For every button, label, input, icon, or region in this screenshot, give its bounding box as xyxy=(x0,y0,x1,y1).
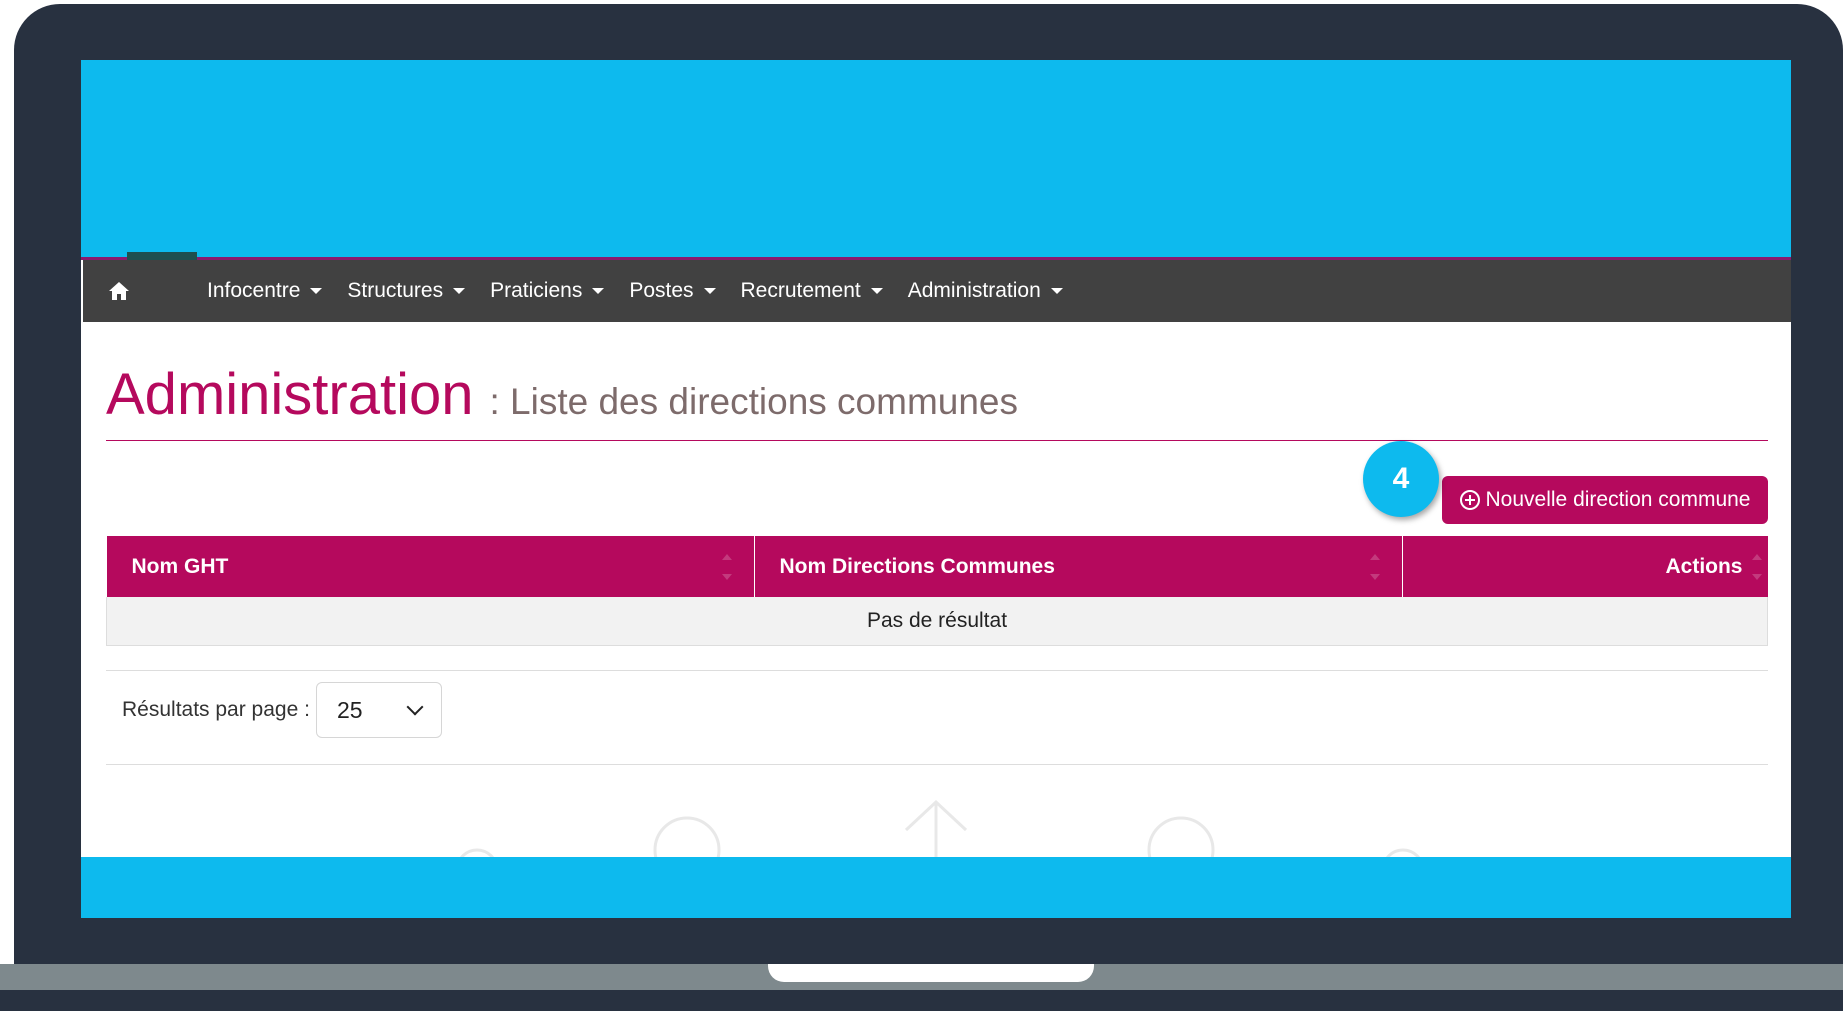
home-icon xyxy=(109,282,129,300)
page-size-value: 25 xyxy=(336,696,363,723)
page-title: Administration xyxy=(106,362,474,427)
divider xyxy=(106,764,1768,765)
column-header-label: Actions xyxy=(1665,554,1743,578)
table-header-row: Nom GHT Nom Directions Communes Actions xyxy=(106,536,1768,597)
nav-menu: Infocentre Structures Praticiens Postes … xyxy=(207,279,1088,303)
page-subtitle: : Liste des directions communes xyxy=(489,381,1018,422)
empty-message: Pas de résultat xyxy=(106,597,1768,646)
bottom-banner xyxy=(81,857,1791,918)
home-button[interactable] xyxy=(91,260,147,322)
caret-down-icon xyxy=(310,288,323,294)
sort-icon xyxy=(1751,554,1762,580)
divider xyxy=(106,670,1768,671)
nav-item-structures[interactable]: Structures xyxy=(347,279,466,303)
laptop-base-lower xyxy=(0,990,1843,1011)
new-direction-commune-button[interactable]: Nouvelle direction commune xyxy=(1442,476,1768,524)
nav-item-label: Recrutement xyxy=(740,279,861,302)
nav-item-label: Postes xyxy=(629,279,694,302)
plus-circle-icon xyxy=(1459,490,1480,510)
laptop-notch xyxy=(768,964,1094,982)
nav-item-label: Infocentre xyxy=(207,279,301,302)
sort-icon xyxy=(1369,554,1380,580)
column-header-label: Nom Directions Communes xyxy=(779,554,1055,578)
main-navbar: Infocentre Structures Praticiens Postes … xyxy=(83,252,1791,322)
column-header-label: Nom GHT xyxy=(131,554,229,578)
nav-item-label: Praticiens xyxy=(490,279,583,302)
column-header-nom-ght[interactable]: Nom GHT xyxy=(106,536,755,597)
caret-down-icon xyxy=(703,288,716,294)
nav-item-label: Structures xyxy=(347,279,444,302)
nav-item-praticiens[interactable]: Praticiens xyxy=(490,279,605,303)
column-header-actions[interactable]: Actions xyxy=(1402,536,1768,597)
step-badge: 4 xyxy=(1363,441,1439,517)
nav-item-recrutement[interactable]: Recrutement xyxy=(741,279,883,303)
nav-item-label: Administration xyxy=(907,279,1041,302)
chevron-down-icon xyxy=(406,698,424,716)
nav-item-infocentre[interactable]: Infocentre xyxy=(207,279,323,303)
directions-table: Nom GHT Nom Directions Communes Actions … xyxy=(106,536,1768,646)
sort-icon xyxy=(721,554,732,580)
table-row: Pas de résultat xyxy=(106,597,1768,646)
results-per-page-label: Résultats par page : xyxy=(122,698,310,721)
pagination-controls: Résultats par page : 25 xyxy=(122,682,442,738)
logo-fragment xyxy=(127,252,197,260)
page-header: Administration : Liste des directions co… xyxy=(106,360,1768,441)
laptop-screen: Infocentre Structures Praticiens Postes … xyxy=(81,60,1791,918)
page-size-select[interactable]: 25 xyxy=(315,682,442,738)
caret-down-icon xyxy=(870,288,883,294)
column-header-nom-directions[interactable]: Nom Directions Communes xyxy=(754,536,1403,597)
top-banner xyxy=(81,60,1791,260)
nav-item-administration[interactable]: Administration xyxy=(908,279,1063,303)
caret-down-icon xyxy=(453,288,466,294)
caret-down-icon xyxy=(1050,288,1063,294)
nav-item-postes[interactable]: Postes xyxy=(629,279,716,303)
caret-down-icon xyxy=(592,288,605,294)
new-button-label: Nouvelle direction commune xyxy=(1485,488,1751,511)
